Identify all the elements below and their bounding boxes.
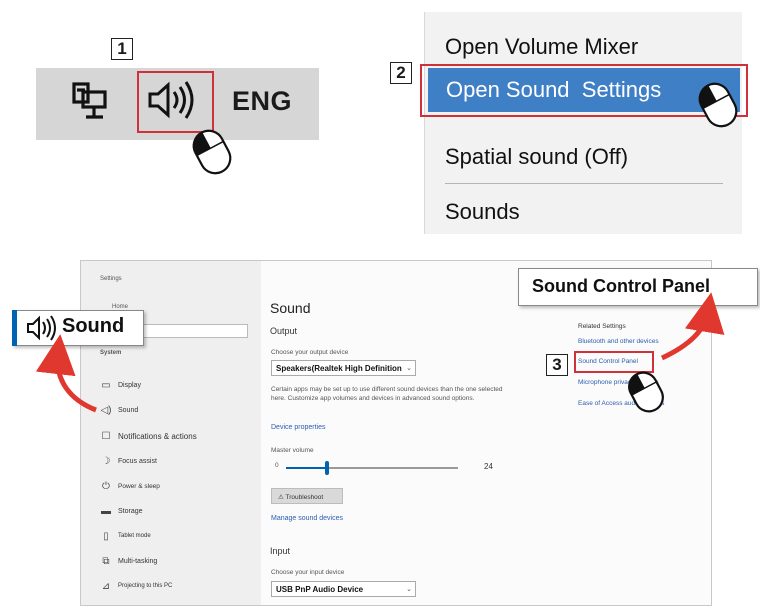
input-device-select[interactable]: USB PnP Audio Device ⌄ (271, 581, 416, 597)
output-device-value: Speakers(Realtek High Definition (276, 364, 402, 373)
sidebar-item-power[interactable]: ⏻ Power & sleep (100, 478, 160, 494)
volume-slider-fill (286, 467, 327, 469)
page-title: Sound (270, 300, 311, 316)
step-2-badge: 2 (390, 62, 412, 84)
output-heading: Output (270, 326, 298, 336)
menu-item-volume-mixer[interactable]: Open Volume Mixer (445, 34, 638, 60)
menu-item-spatial-sound[interactable]: Spatial sound (Off) (445, 144, 628, 170)
input-device-value: USB PnP Audio Device (276, 585, 364, 594)
menu-divider (445, 183, 723, 184)
related-settings-heading: Related Settings (578, 323, 626, 330)
output-info-text: Certain apps may be set up to use differ… (271, 386, 503, 402)
sidebar-item-storage[interactable]: ▬ Storage (100, 503, 143, 519)
power-icon: ⏻ (102, 480, 110, 492)
sidebar-item-notifications[interactable]: ☐ Notifications & actions (100, 428, 197, 444)
sound-context-menu: Open Volume Mixer Spatial sound (Off) So… (424, 12, 742, 234)
sound-callout-label: Sound (62, 315, 125, 337)
sidebar-item-label: Multi-tasking (118, 557, 158, 565)
sidebar-item-label: Storage (118, 507, 143, 515)
sound-icon: ◁) (100, 404, 112, 416)
choose-input-label: Choose your input device (271, 569, 345, 576)
sidebar-item-tablet-mode[interactable]: ▯ Tablet mode (100, 528, 151, 544)
master-volume-label: Master volume (271, 447, 314, 454)
sidebar-item-label: Focus assist (118, 457, 157, 465)
device-properties-link[interactable]: Device properties (271, 424, 325, 431)
settings-label: Settings (100, 276, 122, 282)
sidebar-item-label: Tablet mode (118, 533, 151, 539)
storage-icon: ▬ (101, 505, 111, 517)
bluetooth-link[interactable]: Bluetooth and other devices (578, 338, 659, 345)
tablet-icon: ▯ (103, 530, 109, 542)
menu-item-sounds[interactable]: Sounds (445, 199, 520, 225)
manage-sound-devices-link[interactable]: Manage sound devices (271, 515, 343, 522)
focus-assist-icon: ☽ (101, 455, 111, 467)
sidebar-item-label: Projecting to this PC (118, 583, 173, 589)
ease-of-access-link[interactable]: Ease of Access audio settings (578, 400, 664, 407)
choose-output-label: Choose your output device (271, 349, 349, 356)
sidebar-item-multitasking[interactable]: ⧉ Multi-tasking (100, 553, 157, 569)
volume-min-label: 0 (275, 462, 279, 469)
output-device-select[interactable]: Speakers(Realtek High Definition ⌄ (271, 360, 416, 376)
sidebar-item-label: Sound (118, 406, 139, 414)
volume-value: 24 (484, 462, 493, 471)
sound-callout-accent (12, 310, 17, 346)
display-icon: ▭ (101, 379, 111, 391)
step-1-badge: 1 (111, 38, 133, 60)
notifications-icon: ☐ (101, 430, 111, 442)
control-panel-highlight-box (574, 351, 654, 373)
sidebar-item-label: Display (118, 381, 141, 389)
warning-icon: ⚠ (278, 494, 286, 501)
chevron-down-icon: ⌄ (406, 365, 412, 372)
sidebar-section-system: System (100, 350, 122, 356)
chevron-down-icon: ⌄ (406, 586, 412, 593)
sidebar-item-label: Notifications & actions (118, 431, 197, 441)
troubleshoot-label: Troubleshoot (285, 494, 324, 501)
sidebar-item-focus-assist[interactable]: ☽ Focus assist (100, 453, 157, 469)
sound-control-panel-callout-label: Sound Control Panel (532, 276, 710, 296)
speaker-highlight-box (137, 71, 214, 133)
volume-slider-thumb[interactable] (325, 461, 329, 475)
step-3-badge: 3 (546, 354, 568, 376)
sidebar-item-sound[interactable]: ◁) Sound (100, 402, 138, 418)
projecting-icon: ⊿ (101, 580, 111, 592)
sidebar-item-projecting[interactable]: ⊿ Projecting to this PC (100, 578, 173, 594)
microphone-privacy-link[interactable]: Microphone privacy settings (578, 379, 659, 386)
language-indicator[interactable]: ENG (232, 86, 292, 117)
menu-highlight-box (420, 64, 748, 117)
troubleshoot-button[interactable]: ⚠ Troubleshoot (271, 488, 343, 504)
sidebar-item-display[interactable]: ▭ Display (100, 377, 141, 393)
input-heading: Input (270, 546, 291, 556)
sidebar-item-label: Power & sleep (118, 482, 160, 490)
multitasking-icon: ⧉ (102, 555, 110, 567)
